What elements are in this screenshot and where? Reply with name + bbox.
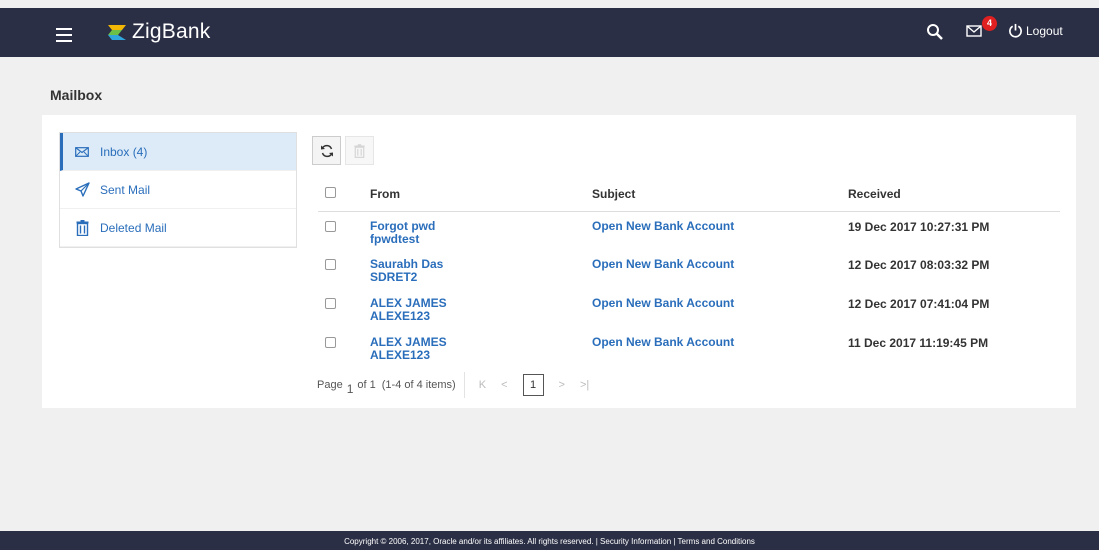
column-header-received: Received xyxy=(848,177,1060,212)
sender-id: fpwdtest xyxy=(370,231,420,246)
search-icon[interactable] xyxy=(926,23,944,41)
subject-link[interactable]: Open New Bank Account xyxy=(592,328,848,367)
sidebar-item-sent-mail[interactable]: Sent Mail xyxy=(60,171,296,209)
received-date: 19 Dec 2017 10:27:31 PM xyxy=(848,219,990,234)
logout-label: Logout xyxy=(1026,23,1063,38)
page-label: Page xyxy=(317,379,343,391)
last-page-icon[interactable]: >| xyxy=(580,379,589,391)
mailbox-sidebar: Inbox (4) Sent Mail Deleted Mail xyxy=(59,132,297,248)
table-row[interactable]: Saurabh Das SDRET2 Open New Bank Account… xyxy=(318,250,1060,289)
sidebar-item-label: Deleted Mail xyxy=(100,220,167,235)
sidebar-item-deleted-mail[interactable]: Deleted Mail xyxy=(60,209,296,247)
pagination: Page 1 of 1 (1-4 of 4 items) K < 1 > >| xyxy=(317,372,604,398)
app-logo[interactable]: ZigBank xyxy=(106,20,210,44)
table-row[interactable]: ALEX JAMES ALEXE123 Open New Bank Accoun… xyxy=(318,328,1060,367)
mail-count-badge: 4 xyxy=(982,16,997,31)
row-checkbox[interactable] xyxy=(325,337,336,348)
received-date: 11 Dec 2017 11:19:45 PM xyxy=(848,336,989,350)
row-checkbox[interactable] xyxy=(325,259,336,270)
table-row[interactable]: Forgot pwd fpwdtest Open New Bank Accoun… xyxy=(318,211,1060,250)
refresh-button[interactable] xyxy=(312,136,341,165)
sender-link[interactable]: ALEX JAMES ALEXE123 xyxy=(370,289,592,328)
app-name: ZigBank xyxy=(132,20,211,43)
subject-link[interactable]: Open New Bank Account xyxy=(592,250,848,289)
page-title: Mailbox xyxy=(50,87,103,103)
row-checkbox[interactable] xyxy=(325,298,336,309)
received-date: 12 Dec 2017 07:41:04 PM xyxy=(848,297,990,311)
sender-link[interactable]: ALEX JAMES ALEXE123 xyxy=(370,328,592,367)
sender-id: ALEXE123 xyxy=(370,309,431,323)
received-date: 12 Dec 2017 08:03:32 PM xyxy=(848,258,990,272)
sender-name: Forgot pwd xyxy=(370,218,436,233)
current-page-button[interactable]: 1 xyxy=(522,374,544,396)
page-footer: Copyright © 2006, 2017, Oracle and/or it… xyxy=(0,531,1099,550)
sender-link[interactable]: Forgot pwd fpwdtest xyxy=(370,211,592,250)
column-header-subject: Subject xyxy=(592,177,848,212)
delete-button[interactable] xyxy=(345,136,374,165)
previous-page-icon[interactable]: < xyxy=(501,379,507,391)
logout-button[interactable]: Logout xyxy=(1008,23,1063,38)
select-all-checkbox[interactable] xyxy=(325,186,336,198)
sender-id: ALEXE123 xyxy=(370,348,431,362)
power-icon xyxy=(1009,23,1022,38)
mailbox-panel: Inbox (4) Sent Mail Deleted Mail From Su… xyxy=(42,115,1076,408)
envelope-icon xyxy=(72,146,92,157)
sidebar-item-inbox[interactable]: Inbox (4) xyxy=(60,133,296,171)
sender-link[interactable]: Saurabh Das SDRET2 xyxy=(370,250,592,289)
hamburger-menu-icon[interactable] xyxy=(56,28,72,42)
table-header-row: From Subject Received xyxy=(318,177,1060,212)
zigbank-logo-icon xyxy=(108,25,126,40)
mail-icon[interactable] xyxy=(966,25,982,37)
send-icon xyxy=(72,182,92,197)
row-checkbox[interactable] xyxy=(325,220,336,232)
mail-toolbar xyxy=(312,136,378,165)
next-page-icon[interactable]: > xyxy=(559,379,565,391)
items-count-label: (1-4 of 4 items) xyxy=(381,379,456,391)
sender-id: SDRET2 xyxy=(370,270,418,284)
subject-link[interactable]: Open New Bank Account xyxy=(592,211,848,250)
first-page-icon[interactable]: K xyxy=(479,379,486,391)
trash-icon xyxy=(354,143,365,158)
pager-divider xyxy=(463,372,465,398)
column-header-from: From xyxy=(370,177,592,212)
subject-link[interactable]: Open New Bank Account xyxy=(592,289,848,328)
refresh-icon xyxy=(320,144,333,157)
table-row[interactable]: ALEX JAMES ALEXE123 Open New Bank Accoun… xyxy=(318,289,1060,328)
page-number-input[interactable]: 1 xyxy=(347,382,354,396)
sidebar-item-label: Sent Mail xyxy=(100,182,151,197)
top-header: ZigBank 4 Logout xyxy=(0,0,1099,57)
page-of-label: of 1 xyxy=(357,379,376,391)
sidebar-item-label: Inbox (4) xyxy=(100,144,148,159)
trash-icon xyxy=(72,219,92,236)
mail-table: From Subject Received Forgot pwd fpwdtes… xyxy=(318,177,1060,367)
